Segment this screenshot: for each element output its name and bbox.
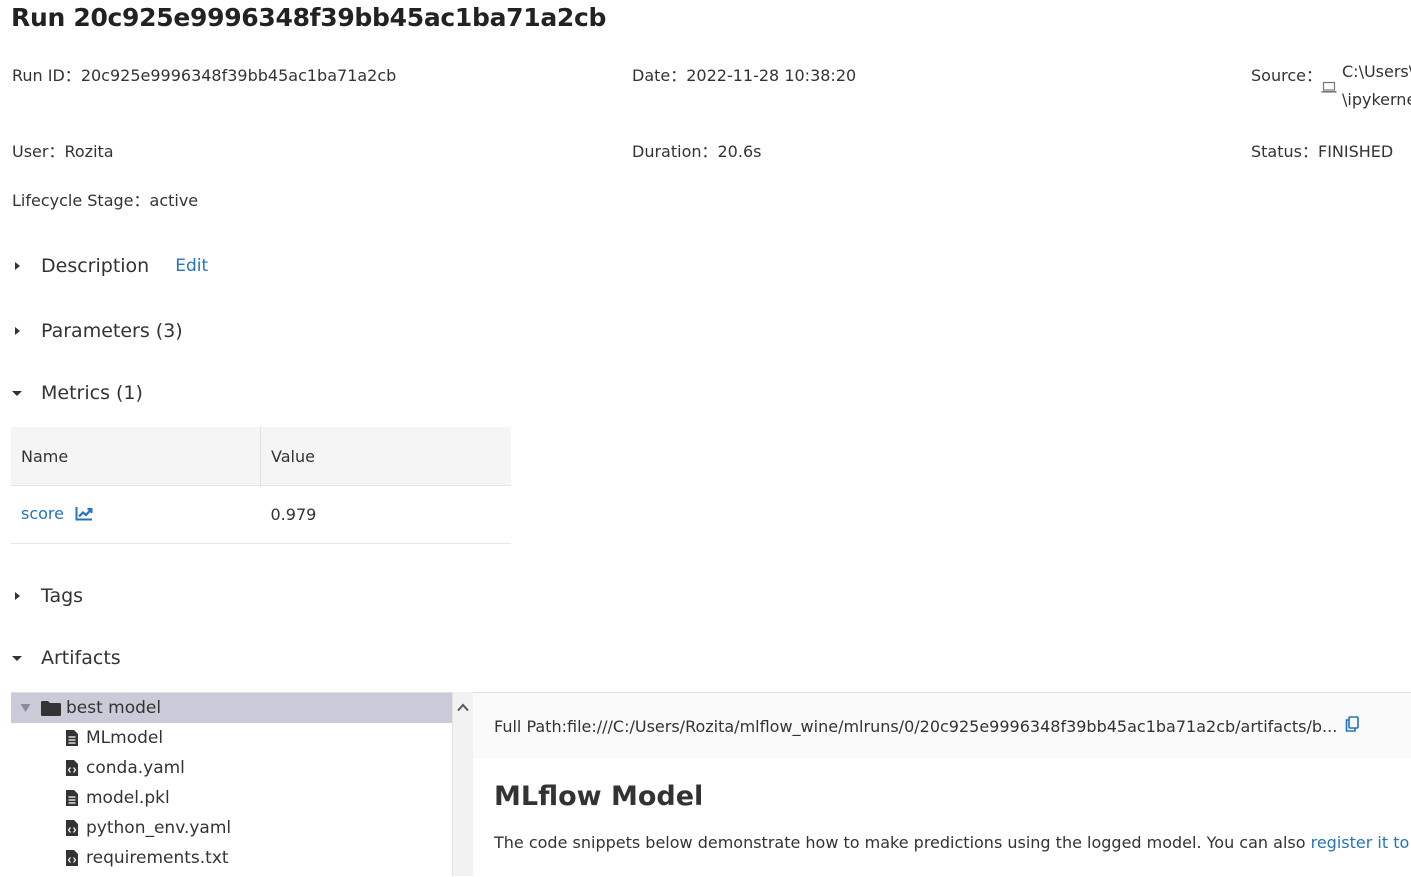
scroll-up-arrow-icon[interactable] (457, 697, 469, 716)
source-label: Source： (1251, 66, 1322, 85)
tree-file-mlmodel[interactable]: MLmodel (11, 723, 452, 753)
register-model-link[interactable]: register it to the (1311, 833, 1411, 852)
tags-section-label: Tags (41, 585, 84, 607)
metric-name-cell: score (11, 485, 261, 544)
caret-down-icon (11, 387, 33, 399)
lifecycle-value: active (149, 191, 199, 210)
tree-item-label: requirements.txt (86, 848, 229, 868)
file-icon (66, 790, 78, 806)
source-link-line2[interactable]: \ipykerne (1342, 90, 1411, 109)
tree-file-python-env-yaml[interactable]: python_env.yaml (11, 813, 452, 843)
source-field: Source： (1251, 62, 1322, 86)
code-file-icon (66, 820, 78, 836)
description-edit-link[interactable]: Edit (175, 256, 208, 276)
copy-icon[interactable] (1345, 716, 1360, 736)
source-link-line1[interactable]: C:\Users\ (1342, 62, 1411, 81)
status-value: FINISHED (1318, 142, 1394, 161)
duration-label: Duration： (632, 142, 718, 161)
model-description-text: The code snippets below demonstrate how … (494, 833, 1311, 852)
model-description: The code snippets below demonstrate how … (494, 833, 1411, 852)
laptop-icon (1321, 79, 1337, 98)
tree-file-model-pkl[interactable]: model.pkl (11, 783, 452, 813)
code-file-icon (66, 850, 78, 866)
tags-section-toggle[interactable]: Tags (11, 581, 83, 611)
duration-value: 20.6s (717, 142, 762, 161)
metrics-table-header: Name Value (11, 427, 511, 486)
parameters-section-label: Parameters (3) (41, 320, 183, 342)
artifacts-section-label: Artifacts (41, 647, 121, 669)
tree-item-label: model.pkl (86, 788, 170, 808)
artifacts-section-toggle[interactable]: Artifacts (11, 643, 121, 673)
caret-right-icon (11, 590, 33, 602)
full-path-text: Full Path:file:///C:/Users/Rozita/mlflow… (494, 716, 1338, 736)
tree-item-label: MLmodel (86, 728, 164, 748)
metrics-section-toggle[interactable]: Metrics (1) (11, 378, 143, 408)
table-row: score 0.979 (11, 485, 511, 544)
column-header-value[interactable]: Value (260, 427, 511, 486)
status-field: Status：FINISHED (1251, 138, 1393, 162)
duration-field: Duration：20.6s (632, 138, 761, 162)
metric-value-cell: 0.979 (260, 485, 511, 544)
folder-icon (41, 700, 61, 716)
date-label: Date： (632, 66, 687, 85)
tree-scrollbar[interactable] (452, 692, 474, 876)
date-field: Date：2022-11-28 10:38:20 (632, 62, 856, 86)
tree-file-conda-yaml[interactable]: conda.yaml (11, 753, 452, 783)
caret-right-icon (11, 260, 33, 272)
user-label: User： (12, 142, 65, 161)
metrics-table: Name Value score 0.979 (11, 427, 511, 544)
date-value: 2022-11-28 10:38:20 (686, 66, 857, 85)
full-path-bar: Full Path:file:///C:/Users/Rozita/mlflow… (473, 693, 1411, 759)
page-title: Run 20c925e9996348f39bb45ac1ba71a2cb (11, 3, 607, 32)
tree-item-label: conda.yaml (86, 758, 185, 778)
column-header-name[interactable]: Name (11, 427, 261, 486)
user-field: User：Rozita (12, 138, 114, 162)
description-section-toggle[interactable]: Description Edit (11, 251, 208, 281)
run-id-value: 20c925e9996348f39bb45ac1ba71a2cb (80, 66, 397, 85)
caret-down-icon (11, 652, 33, 664)
caret-down-icon[interactable] (20, 703, 40, 713)
user-value: Rozita (64, 142, 114, 161)
parameters-section-toggle[interactable]: Parameters (3) (11, 316, 183, 346)
run-id-field: Run ID：20c925e9996348f39bb45ac1ba71a2cb (12, 62, 396, 86)
artifact-tree: best model MLmodel conda.yaml model.pkl … (11, 692, 452, 877)
file-icon (66, 730, 78, 746)
tree-folder-best-model[interactable]: best model (11, 693, 452, 723)
artifact-preview: Full Path:file:///C:/Users/Rozita/mlflow… (473, 692, 1411, 877)
model-title: MLflow Model (494, 781, 704, 812)
description-section-label: Description (41, 255, 150, 277)
metrics-section-label: Metrics (1) (41, 382, 143, 404)
code-file-icon (66, 760, 78, 776)
status-label: Status： (1251, 142, 1318, 161)
tree-item-label: best model (66, 698, 162, 718)
run-id-label: Run ID： (12, 66, 81, 85)
metric-name-link[interactable]: score (21, 504, 64, 523)
lifecycle-field: Lifecycle Stage：active (12, 187, 198, 211)
tree-file-requirements-txt[interactable]: requirements.txt (11, 843, 452, 873)
tree-item-label: python_env.yaml (86, 818, 232, 838)
caret-right-icon (11, 325, 33, 337)
line-chart-icon[interactable] (75, 506, 93, 525)
lifecycle-label: Lifecycle Stage： (12, 191, 150, 210)
